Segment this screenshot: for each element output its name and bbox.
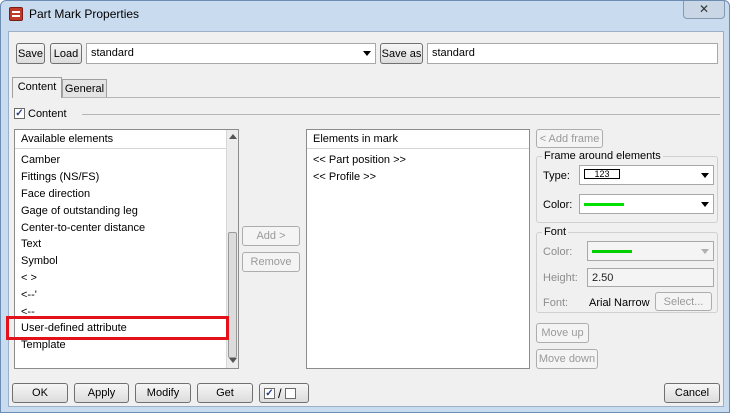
dialog-client: Save Load standard Save as standard Cont… bbox=[6, 31, 724, 407]
frame-color-label: Color: bbox=[543, 199, 573, 211]
frame-type-dropdown[interactable]: 123 bbox=[579, 165, 714, 185]
list-item[interactable]: <--' bbox=[21, 287, 37, 303]
font-label: Font: bbox=[543, 297, 569, 309]
scroll-up-icon[interactable] bbox=[229, 134, 237, 139]
list-item[interactable]: Center-to-center distance bbox=[21, 220, 145, 236]
frame-color-dropdown[interactable] bbox=[579, 194, 714, 214]
dialog-window: Part Mark Properties ✕ Save Load standar… bbox=[0, 0, 730, 413]
font-value: Arial Narrow bbox=[589, 297, 650, 309]
chevron-down-icon bbox=[701, 249, 709, 254]
font-group-title: Font bbox=[542, 226, 569, 238]
list-item[interactable]: Camber bbox=[21, 152, 60, 168]
font-color-dropdown[interactable] bbox=[587, 241, 714, 261]
modify-button[interactable]: Modify bbox=[135, 383, 191, 403]
tab-general[interactable]: General bbox=[62, 79, 107, 98]
list-item[interactable]: Text bbox=[21, 236, 41, 252]
tab-content[interactable]: Content bbox=[12, 77, 62, 98]
font-color-swatch bbox=[592, 250, 632, 253]
title-bar[interactable]: Part Mark Properties ✕ bbox=[1, 1, 729, 27]
list-item[interactable]: << Part position >> bbox=[313, 152, 406, 168]
close-button[interactable]: ✕ bbox=[683, 1, 725, 19]
toggle-separator: / bbox=[278, 385, 282, 401]
save-button[interactable]: Save bbox=[16, 43, 45, 64]
load-button[interactable]: Load bbox=[50, 43, 82, 64]
save-as-input[interactable]: standard bbox=[427, 43, 718, 64]
list-item[interactable]: Symbol bbox=[21, 253, 58, 269]
toggle-all-button[interactable]: ✓ / bbox=[259, 383, 309, 403]
move-down-button[interactable]: Move down bbox=[536, 349, 598, 369]
list-item[interactable]: Gage of outstanding leg bbox=[21, 203, 138, 219]
app-icon bbox=[9, 7, 23, 21]
elements-in-mark-header: Elements in mark bbox=[307, 130, 529, 149]
chevron-down-icon bbox=[701, 202, 709, 207]
cancel-button[interactable]: Cancel bbox=[664, 383, 720, 403]
font-color-label: Color: bbox=[543, 246, 573, 258]
content-checkbox[interactable]: ✓ bbox=[14, 108, 25, 119]
scroll-thumb[interactable] bbox=[228, 232, 237, 358]
available-elements-header: Available elements bbox=[15, 130, 226, 149]
elements-in-mark-list[interactable]: Elements in mark << Part position >> << … bbox=[306, 129, 530, 369]
ok-button[interactable]: OK bbox=[12, 383, 68, 403]
list-item[interactable]: << Profile >> bbox=[313, 169, 376, 185]
tab-divider bbox=[12, 97, 720, 98]
list-item[interactable]: Face direction bbox=[21, 186, 90, 202]
list-item[interactable]: Fittings (NS/FS) bbox=[21, 169, 99, 185]
scroll-down-icon[interactable] bbox=[229, 358, 237, 363]
load-dropdown[interactable]: standard bbox=[86, 43, 376, 64]
list-item[interactable]: < > bbox=[21, 270, 37, 286]
content-separator bbox=[82, 114, 720, 115]
type-label: Type: bbox=[543, 170, 570, 182]
uncheck-all-icon bbox=[284, 387, 296, 399]
window-title: Part Mark Properties bbox=[29, 7, 140, 21]
content-checkbox-label: Content bbox=[28, 108, 67, 120]
load-dropdown-value: standard bbox=[91, 47, 134, 59]
height-label: Height: bbox=[543, 272, 578, 284]
annotation-highlight-box bbox=[6, 316, 229, 340]
add-button[interactable]: Add > bbox=[242, 226, 300, 246]
chevron-down-icon bbox=[363, 51, 371, 56]
frame-type-value: 123 bbox=[584, 169, 620, 179]
check-all-icon: ✓ bbox=[264, 387, 275, 399]
remove-button[interactable]: Remove bbox=[242, 252, 300, 272]
select-font-button[interactable]: Select... bbox=[655, 292, 712, 311]
chevron-down-icon bbox=[701, 173, 709, 178]
frame-color-swatch bbox=[584, 203, 624, 206]
get-button[interactable]: Get bbox=[197, 383, 253, 403]
height-input[interactable]: 2.50 bbox=[587, 268, 714, 287]
add-frame-button[interactable]: < Add frame bbox=[536, 129, 603, 148]
frame-group-title: Frame around elements bbox=[542, 150, 663, 162]
save-as-button[interactable]: Save as bbox=[380, 43, 423, 64]
move-up-button[interactable]: Move up bbox=[536, 323, 589, 343]
apply-button[interactable]: Apply bbox=[74, 383, 129, 403]
